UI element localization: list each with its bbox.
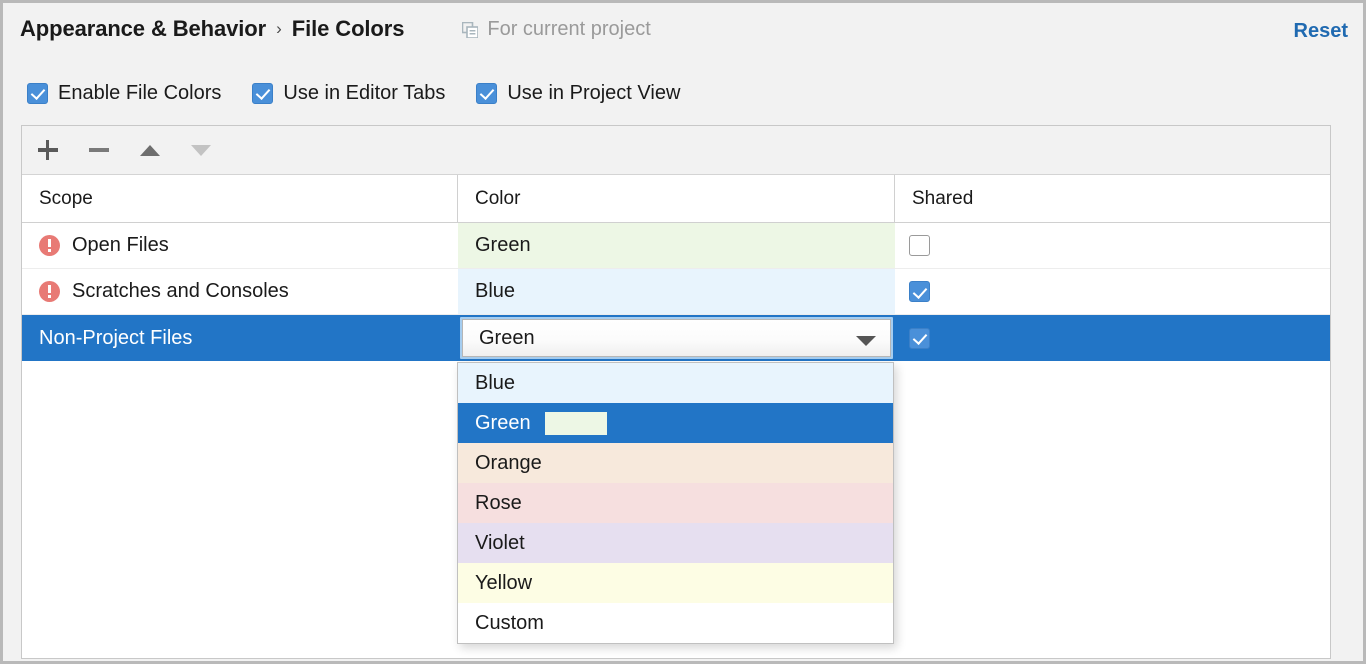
dropdown-item-rose[interactable]: Rose — [458, 483, 893, 523]
checkbox-use-in-project-view-label: Use in Project View — [507, 81, 681, 104]
project-scope-indicator: For current project — [462, 17, 651, 41]
cell-color-editor[interactable]: Green — [458, 315, 895, 361]
color-combobox-value: Green — [479, 326, 535, 349]
shared-checkbox-wrap[interactable] — [909, 327, 930, 349]
table-row-selected[interactable]: Non-Project Files Green — [22, 315, 1330, 361]
shared-checkbox-wrap[interactable] — [909, 235, 930, 256]
table-body: Open Files Green Scratches and Consoles … — [22, 223, 1330, 361]
column-header-shared[interactable]: Shared — [895, 175, 1330, 222]
settings-header: Appearance & Behavior › File Colors For … — [0, 3, 1366, 55]
remove-button[interactable] — [73, 126, 124, 175]
color-combobox[interactable]: Green — [462, 319, 891, 357]
reset-button[interactable]: Reset — [1294, 20, 1348, 43]
add-button[interactable] — [22, 126, 73, 175]
color-swatch-green — [544, 411, 607, 435]
breadcrumb-item-appearance[interactable]: Appearance & Behavior — [20, 16, 266, 42]
checkbox-use-in-editor-tabs-box[interactable] — [252, 82, 274, 104]
plus-icon — [37, 140, 58, 160]
shared-checkbox-wrap[interactable] — [909, 281, 930, 302]
project-scope-label: For current project — [487, 17, 651, 40]
dropdown-item-violet[interactable]: Violet — [458, 523, 893, 563]
shared-checkbox[interactable] — [909, 281, 930, 302]
column-header-color[interactable]: Color — [458, 175, 895, 222]
color-dropdown-popup[interactable]: Blue Green Orange Rose Violet Yellow Cus… — [457, 362, 894, 644]
column-header-scope[interactable]: Scope — [22, 175, 458, 222]
dropdown-item-label: Orange — [475, 451, 542, 474]
breadcrumb-item-file-colors: File Colors — [291, 16, 405, 41]
chevron-down-icon[interactable] — [856, 336, 876, 346]
dropdown-item-custom[interactable]: Custom — [458, 603, 893, 643]
dropdown-item-blue[interactable]: Blue — [458, 363, 893, 403]
checkbox-enable-file-colors[interactable]: Enable File Colors — [27, 82, 221, 105]
checkbox-use-in-editor-tabs-label: Use in Editor Tabs — [283, 81, 446, 104]
table-row[interactable]: Scratches and Consoles Blue — [22, 269, 1330, 315]
file-colors-options-row: Enable File Colors Use in Editor Tabs Us… — [0, 72, 1366, 114]
shared-checkbox[interactable] — [909, 327, 930, 349]
copy-documents-icon — [462, 21, 480, 39]
cell-color[interactable]: Green — [458, 223, 895, 268]
minus-icon — [88, 148, 109, 152]
checkbox-use-in-project-view[interactable]: Use in Project View — [476, 82, 680, 105]
dropdown-item-label: Green — [475, 411, 531, 434]
checkbox-enable-file-colors-box[interactable] — [27, 82, 48, 104]
cell-scope[interactable]: Non-Project Files — [22, 315, 458, 361]
dropdown-item-orange[interactable]: Orange — [458, 443, 893, 483]
cell-color-label: Green — [475, 234, 531, 256]
cell-scope-label: Non-Project Files — [39, 326, 193, 349]
checkbox-enable-file-colors-label: Enable File Colors — [58, 81, 222, 104]
cell-shared[interactable] — [895, 315, 1330, 361]
cell-color-label: Blue — [475, 280, 516, 302]
cell-scope[interactable]: Scratches and Consoles — [22, 269, 458, 314]
cell-scope-label: Open Files — [72, 234, 169, 256]
triangle-up-icon — [139, 144, 160, 156]
cell-color[interactable]: Blue — [458, 269, 895, 314]
dropdown-item-label: Blue — [475, 371, 516, 394]
warning-icon — [39, 281, 60, 302]
checkbox-use-in-project-view-box[interactable] — [476, 82, 498, 104]
dropdown-item-green[interactable]: Green — [458, 403, 893, 443]
cell-scope-label: Scratches and Consoles — [72, 280, 289, 302]
breadcrumb-separator-icon: › — [276, 19, 282, 38]
dropdown-item-yellow[interactable]: Yellow — [458, 563, 893, 603]
cell-scope[interactable]: Open Files — [22, 223, 458, 268]
warning-icon — [39, 235, 60, 256]
triangle-down-icon — [190, 144, 211, 156]
dropdown-item-label: Violet — [475, 531, 525, 554]
color-combobox-focus-ring: Green — [460, 317, 893, 359]
table-header-row: Scope Color Shared — [22, 175, 1330, 223]
dropdown-item-label: Custom — [475, 611, 544, 634]
move-down-button — [175, 126, 226, 175]
cell-shared[interactable] — [895, 269, 1330, 314]
dropdown-item-label: Rose — [475, 491, 522, 514]
shared-checkbox[interactable] — [909, 235, 930, 256]
table-toolbar — [22, 126, 1330, 175]
checkbox-use-in-editor-tabs[interactable]: Use in Editor Tabs — [252, 82, 445, 105]
move-up-button[interactable] — [124, 126, 175, 175]
breadcrumb: Appearance & Behavior › File Colors — [20, 16, 404, 42]
table-row[interactable]: Open Files Green — [22, 223, 1330, 269]
cell-shared[interactable] — [895, 223, 1330, 268]
dropdown-item-label: Yellow — [475, 571, 533, 594]
